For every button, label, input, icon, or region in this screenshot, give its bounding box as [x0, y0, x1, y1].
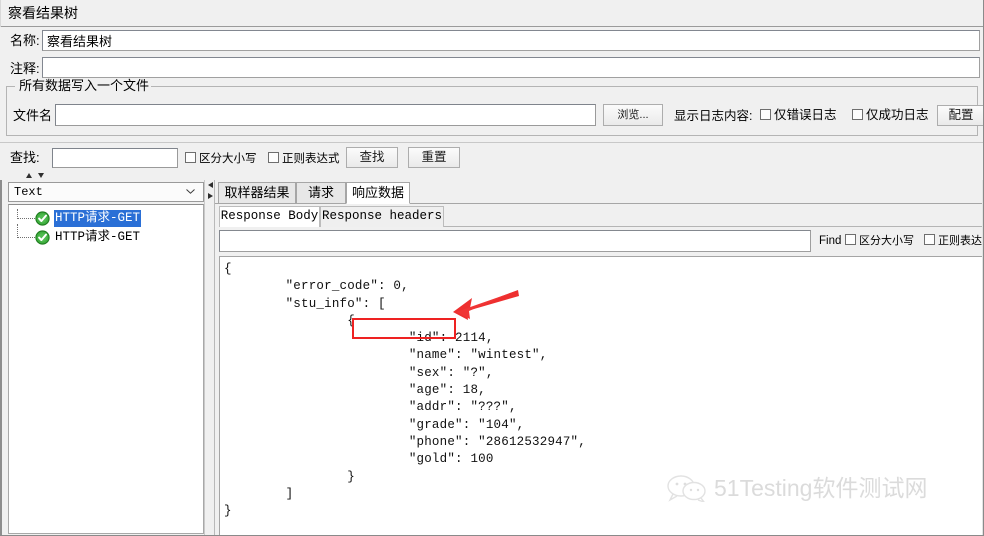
search-reset-button[interactable]: 重置	[408, 147, 460, 168]
tab-request[interactable]: 请求	[296, 182, 346, 204]
checkbox-box-icon	[268, 152, 279, 163]
response-regex-checkbox[interactable]: 正则表达式	[924, 233, 983, 249]
horizontal-splitter[interactable]	[0, 172, 983, 180]
response-find-input[interactable]	[219, 230, 811, 252]
filename-label: 文件名	[13, 108, 53, 123]
vertical-splitter[interactable]	[204, 180, 215, 535]
checkbox-box-icon	[852, 109, 863, 120]
search-regex-label: 正则表达式	[282, 153, 340, 165]
search-bar: 查找: 区分大小写 正则表达式	[0, 142, 983, 173]
filename-input[interactable]	[55, 104, 596, 126]
response-regex-label: 正则表达式	[938, 235, 983, 247]
success-only-checkbox[interactable]: 仅成功日志	[852, 107, 929, 123]
browse-button[interactable]: 浏览...	[603, 104, 663, 126]
response-find-bar: Find 区分大小写 正则表达式	[219, 230, 983, 254]
errors-only-label: 仅错误日志	[774, 108, 837, 122]
response-case-sensitive-label: 区分大小写	[859, 235, 914, 247]
search-find-button[interactable]: 查找	[346, 147, 398, 168]
list-item-label: HTTP请求-GET	[55, 230, 141, 244]
renderer-select-value: Text	[14, 185, 43, 199]
search-case-sensitive-label: 区分大小写	[199, 153, 257, 165]
element-form-area: 名称: 注释:	[0, 27, 983, 83]
response-find-label: Find	[819, 235, 842, 247]
success-only-label: 仅成功日志	[866, 108, 929, 122]
renderer-select[interactable]: Text	[8, 182, 204, 202]
tree-connector	[17, 237, 35, 238]
checkbox-box-icon	[185, 152, 196, 163]
checkbox-box-icon	[924, 234, 935, 245]
splitter-collapse-left-icon[interactable]	[208, 182, 213, 188]
name-input[interactable]	[42, 30, 980, 51]
name-label: 名称:	[10, 33, 40, 48]
titlebar-divider	[0, 0, 1, 27]
page-title: 察看结果树	[8, 5, 78, 21]
subtab-response-body[interactable]: Response Body	[219, 206, 320, 227]
right-pane: 取样器结果 请求 响应数据 Response Body Response hea…	[215, 180, 983, 535]
pane-right-edge	[982, 180, 983, 535]
tree-line	[17, 224, 18, 238]
tab-response-data[interactable]: 响应数据	[346, 182, 410, 204]
log-content-label: 显示日志内容:	[674, 109, 753, 123]
search-input[interactable]	[52, 148, 178, 168]
tree-connector	[17, 218, 35, 219]
jmeter-view-results-tree-window: 察看结果树 名称: 注释: 所有数据写入一个文件 文件名 浏览... 显示日志内…	[0, 0, 984, 536]
tab-sampler-result[interactable]: 取样器结果	[218, 182, 296, 204]
response-body-panel[interactable]: { "error_code": 0, "stu_info": [ { "id":…	[219, 256, 983, 535]
groupbox-body: 文件名 浏览... 显示日志内容: 仅错误日志 仅成功日志 配置	[7, 102, 983, 134]
chevron-down-icon	[186, 189, 195, 194]
window-titlebar: 察看结果树	[0, 0, 983, 27]
splitter-collapse-down-icon[interactable]	[38, 173, 44, 178]
comment-label: 注释:	[10, 61, 40, 76]
groupbox-border-left	[7, 86, 15, 87]
success-status-icon	[35, 230, 50, 245]
response-sub-tabs: Response Body Response headers	[219, 206, 983, 227]
search-label: 查找:	[10, 150, 40, 165]
response-case-sensitive-checkbox[interactable]: 区分大小写	[845, 233, 914, 249]
search-regex-checkbox[interactable]: 正则表达式	[268, 151, 340, 167]
left-pane: Text HTTP请求-GET HTTP请求-GET	[0, 180, 204, 535]
list-item-label: HTTP请求-GET	[54, 210, 142, 227]
name-row: 名称:	[0, 27, 983, 55]
splitter-collapse-right-icon[interactable]	[208, 193, 213, 199]
groupbox-border-right	[99, 86, 977, 87]
configure-button[interactable]: 配置	[937, 105, 983, 126]
comment-input[interactable]	[42, 57, 980, 78]
checkbox-box-icon	[845, 234, 856, 245]
checkbox-box-icon	[760, 109, 771, 120]
success-status-icon	[35, 211, 50, 226]
splitter-collapse-up-icon[interactable]	[26, 173, 32, 178]
search-case-sensitive-checkbox[interactable]: 区分大小写	[185, 151, 257, 167]
write-all-data-groupbox: 所有数据写入一个文件 文件名 浏览... 显示日志内容: 仅错误日志 仅成功日志…	[6, 78, 983, 136]
results-tree[interactable]: HTTP请求-GET HTTP请求-GET	[8, 204, 204, 534]
errors-only-checkbox[interactable]: 仅错误日志	[760, 107, 837, 123]
response-body-text: { "error_code": 0, "stu_info": [ { "id":…	[224, 262, 586, 519]
subtab-response-headers[interactable]: Response headers	[320, 206, 444, 227]
groupbox-legend: 所有数据写入一个文件	[17, 78, 152, 93]
result-tabs: 取样器结果 请求 响应数据	[215, 182, 983, 204]
